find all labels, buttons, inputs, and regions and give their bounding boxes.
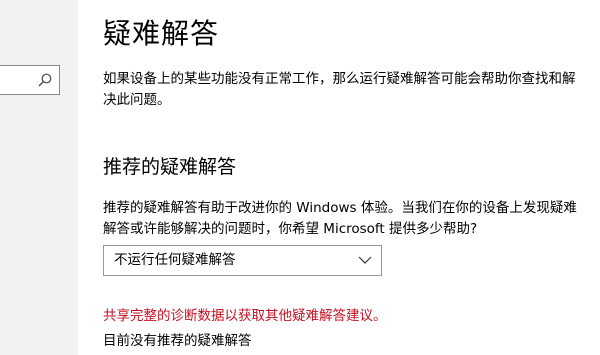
sidebar xyxy=(0,0,78,355)
recommended-troubleshoot-dropdown[interactable]: 不运行任何疑难解答 xyxy=(103,245,382,276)
dropdown-selected-value: 不运行任何疑难解答 xyxy=(114,252,236,268)
intro-text: 如果设备上的某些功能没有正常工作，那么运行疑难解答可能会帮助你查找和解决此问题。 xyxy=(103,71,576,108)
search-input[interactable] xyxy=(0,65,60,95)
recommended-description: 推荐的疑难解答有助于改进你的 Windows 体验。当我们在你的设备上发现疑难解… xyxy=(103,200,577,237)
search-icon[interactable] xyxy=(38,73,52,87)
diagnostic-data-link[interactable]: 共享完整的诊断数据以获取其他疑难解答建议。 xyxy=(103,304,387,324)
chevron-down-icon xyxy=(358,256,372,264)
section-title-recommended: 推荐的疑难解答 xyxy=(103,156,237,178)
page-title: 疑难解答 xyxy=(103,17,220,50)
no-recommendations-text: 目前没有推荐的疑难解答 xyxy=(103,333,252,349)
